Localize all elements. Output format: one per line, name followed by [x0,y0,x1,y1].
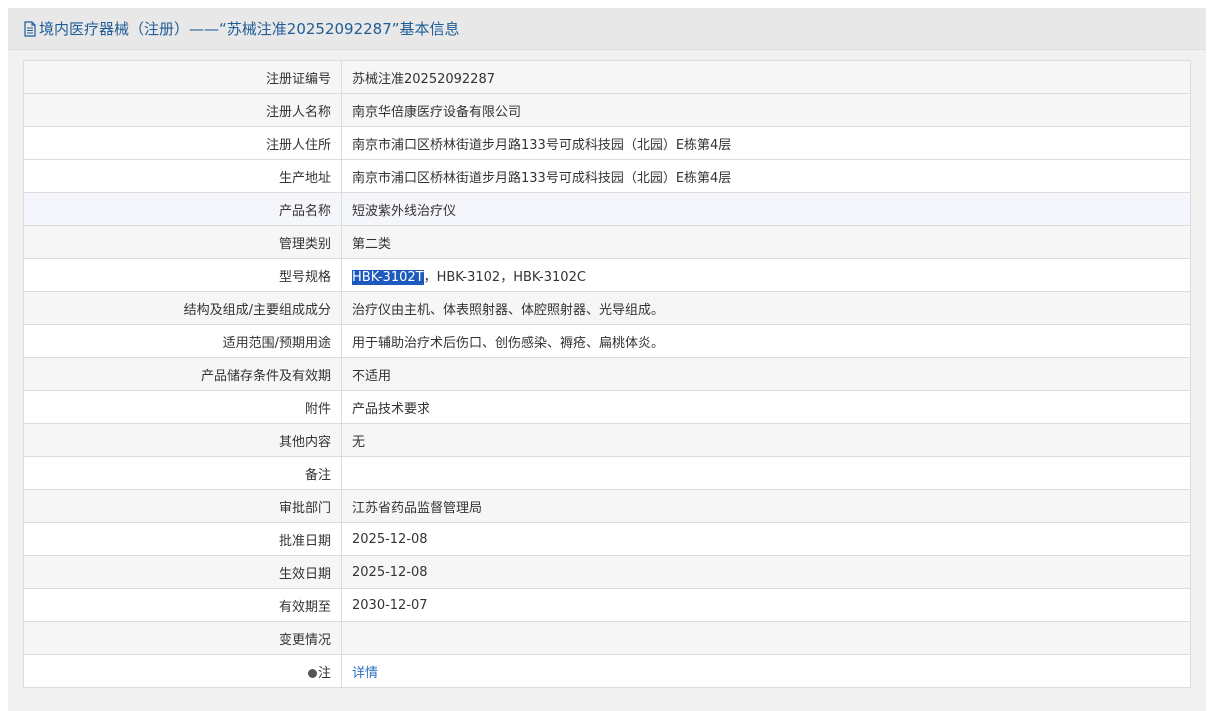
row-value [341,456,1191,490]
table-row: 产品名称 短波紫外线治疗仪 [23,192,1191,226]
row-value: 产品技术要求 [341,390,1191,424]
row-label: 其他内容 [23,423,342,457]
row-value: 江苏省药品监督管理局 [341,489,1191,523]
row-label: 有效期至 [23,588,342,622]
table-row: 产品储存条件及有效期 不适用 [23,357,1191,391]
row-value: 治疗仪由主机、体表照射器、体腔照射器、光导组成。 [341,291,1191,325]
row-label: 生产地址 [23,159,342,193]
note-label: 注 [317,665,331,681]
table-row: 注册人名称 南京华倍康医疗设备有限公司 [23,93,1191,127]
row-label: 注册证编号 [23,60,342,94]
table-row: 生效日期 2025-12-08 [23,555,1191,589]
row-label: 结构及组成/主要组成成分 [23,291,342,325]
table-row: 备注 [23,456,1191,490]
document-icon [24,20,36,37]
table-row: 批准日期 2025-12-08 [23,522,1191,556]
row-label: 生效日期 [23,555,342,589]
row-label: 变更情况 [23,621,342,655]
table-row: 附件 产品技术要求 [23,390,1191,424]
page-title: 境内医疗器械（注册）——“苏械注准20252092287”基本信息 [39,20,460,38]
detail-table: 注册证编号 苏械注准20252092287 注册人名称 南京华倍康医疗设备有限公… [23,60,1191,688]
row-value [341,621,1191,655]
row-value: 不适用 [341,357,1191,391]
row-value: 短波紫外线治疗仪 [341,192,1191,226]
row-value: 南京市浦口区桥林街道步月路133号可成科技园（北园）E栋第4层 [341,126,1191,160]
row-label: 批准日期 [23,522,342,556]
row-label: 审批部门 [23,489,342,523]
row-value: 南京市浦口区桥林街道步月路133号可成科技园（北园）E栋第4层 [341,159,1191,193]
row-label: 产品储存条件及有效期 [23,357,342,391]
selected-text[interactable]: HBK-3102T [352,269,424,285]
row-label: 适用范围/预期用途 [23,324,342,358]
row-label: 注册人名称 [23,93,342,127]
row-value: 2030-12-07 [341,588,1191,622]
row-value: HBK-3102T，HBK-3102，HBK-3102C [341,258,1191,292]
row-value: 无 [341,423,1191,457]
info-bubble-icon [307,668,317,678]
table-row: 生产地址 南京市浦口区桥林街道步月路133号可成科技园（北园）E栋第4层 [23,159,1191,193]
table-row: 适用范围/预期用途 用于辅助治疗术后伤口、创伤感染、褥疮、扁桃体炎。 [23,324,1191,358]
row-label: 注册人住所 [23,126,342,160]
row-label: 型号规格 [23,258,342,292]
row-label: 管理类别 [23,225,342,259]
panel-header: 境内医疗器械（注册）——“苏械注准20252092287”基本信息 [8,8,1206,50]
row-value: 南京华倍康医疗设备有限公司 [341,93,1191,127]
row-value: 2025-12-08 [341,555,1191,589]
row-label: 附件 [23,390,342,424]
table-row: 变更情况 [23,621,1191,655]
table-row: 管理类别 第二类 [23,225,1191,259]
row-label: 备注 [23,456,342,490]
row-label: 注 [23,654,342,688]
row-value: 用于辅助治疗术后伤口、创伤感染、褥疮、扁桃体炎。 [341,324,1191,358]
row-label: 产品名称 [23,192,342,226]
table-row: 注册人住所 南京市浦口区桥林街道步月路133号可成科技园（北园）E栋第4层 [23,126,1191,160]
row-value: 详情 [341,654,1191,688]
row-value: 第二类 [341,225,1191,259]
model-list-text: ，HBK-3102，HBK-3102C [423,269,586,285]
table-row: 其他内容 无 [23,423,1191,457]
table-row: 审批部门 江苏省药品监督管理局 [23,489,1191,523]
row-value: 2025-12-08 [341,522,1191,556]
table-row: 型号规格 HBK-3102T，HBK-3102，HBK-3102C [23,258,1191,292]
info-panel: 境内医疗器械（注册）——“苏械注准20252092287”基本信息 注册证编号 … [8,8,1206,711]
table-row: 结构及组成/主要组成成分 治疗仪由主机、体表照射器、体腔照射器、光导组成。 [23,291,1191,325]
table-row: 注 详情 [23,654,1191,688]
row-value: 苏械注准20252092287 [341,60,1191,94]
table-row: 有效期至 2030-12-07 [23,588,1191,622]
table-row: 注册证编号 苏械注准20252092287 [23,60,1191,94]
details-link[interactable]: 详情 [352,666,378,681]
